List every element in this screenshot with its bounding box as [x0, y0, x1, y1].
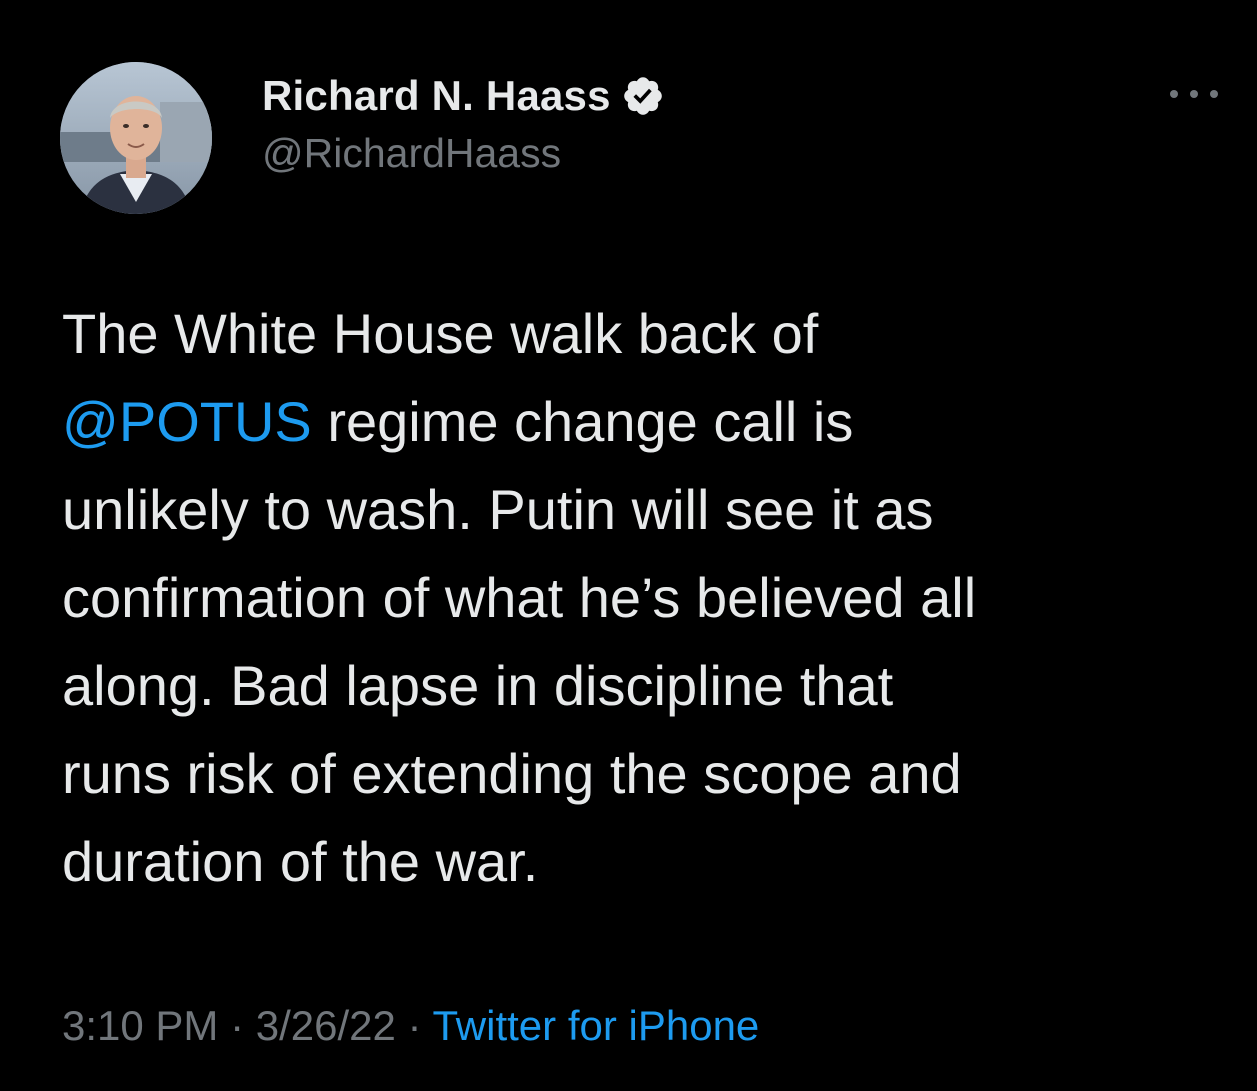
more-dot [1190, 90, 1198, 98]
more-dot [1210, 90, 1218, 98]
text-segment: along. Bad lapse in discipline that [62, 654, 894, 717]
tweet-text-line: unlikely to wash. Putin will see it as [62, 466, 1222, 554]
meta-separator: · [395, 1002, 433, 1049]
tweet-text-line: along. Bad lapse in discipline that [62, 642, 1222, 730]
tweet-text-line: confirmation of what he’s believed all [62, 554, 1222, 642]
text-segment: duration of the war. [62, 830, 539, 893]
text-segment: The White House walk back of [62, 302, 819, 365]
tweet-text-line: The White House walk back of [62, 290, 1222, 378]
author-handle[interactable]: @RichardHaass [262, 130, 561, 177]
meta-separator: · [218, 1002, 256, 1049]
text-segment: confirmation of what he’s believed all [62, 566, 977, 629]
tweet-time[interactable]: 3:10 PM [62, 1002, 218, 1049]
tweet-date[interactable]: 3/26/22 [256, 1002, 396, 1049]
text-segment: runs risk of extending the scope and [62, 742, 962, 805]
avatar-photo [60, 62, 212, 214]
text-segment: unlikely to wash. Putin will see it as [62, 478, 934, 541]
tweet-text: The White House walk back of @POTUS regi… [62, 290, 1222, 906]
more-dot [1170, 90, 1178, 98]
tweet-meta: 3:10 PM · 3/26/22 · Twitter for iPhone [62, 1002, 759, 1050]
tweet-text-line: runs risk of extending the scope and [62, 730, 1222, 818]
author-display-name[interactable]: Richard N. Haass [262, 72, 611, 120]
tweet-text-line: @POTUS regime change call is [62, 378, 1222, 466]
tweet-text-line: duration of the war. [62, 818, 1222, 906]
avatar[interactable] [60, 62, 212, 214]
text-segment: regime change call is [311, 390, 854, 453]
verified-badge-icon [623, 77, 662, 115]
author-name-row[interactable]: Richard N. Haass [262, 68, 665, 124]
tweet-source-link[interactable]: Twitter for iPhone [432, 1002, 759, 1049]
tweet-card: Richard N. Haass @RichardHaass The White… [0, 0, 1257, 1091]
mention-link[interactable]: @POTUS [62, 390, 312, 453]
more-options-icon[interactable] [1170, 82, 1218, 106]
